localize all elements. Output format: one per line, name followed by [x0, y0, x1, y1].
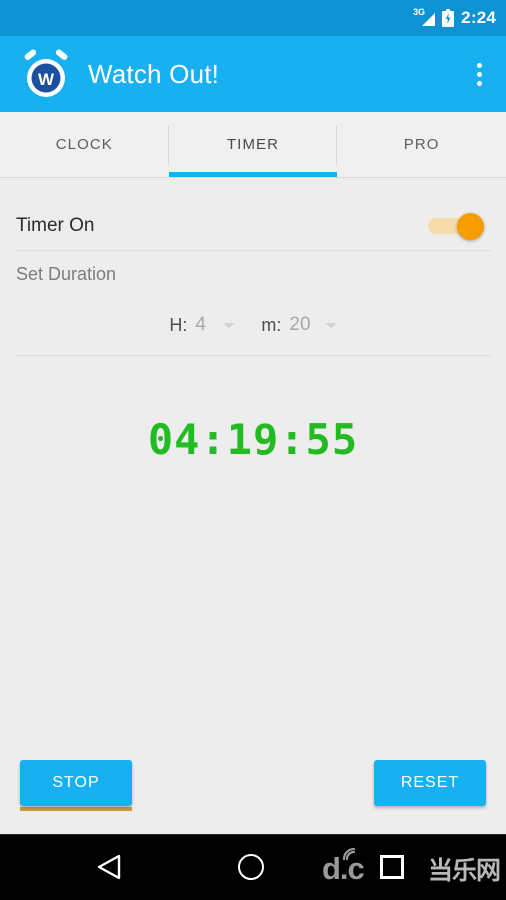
tab-pro-label: PRO — [403, 136, 440, 153]
stop-button-focus-bar — [20, 807, 132, 811]
reset-button[interactable]: RESET — [374, 760, 486, 806]
minutes-spinner[interactable]: m: 20 — [261, 314, 337, 336]
signal-triangle — [422, 13, 436, 26]
tab-clock[interactable]: CLOCK — [0, 112, 169, 177]
alarm-clock-w-icon: W — [20, 48, 72, 100]
navigation-bar: d.c 当乐网 — [0, 834, 506, 900]
overflow-dot — [476, 62, 482, 68]
site-watermark: d.c 当乐网 — [322, 847, 502, 895]
active-tab-indicator — [168, 172, 338, 177]
tab-timer[interactable]: TIMER — [168, 112, 338, 177]
page-title: Watch Out! — [88, 58, 220, 89]
timer-on-label: Timer On — [16, 215, 95, 236]
watermark-latin: d.c — [322, 851, 365, 886]
timer-panel: Timer On Set Duration H: 4 m: 20 04:19:5… — [0, 179, 506, 835]
chevron-down-icon — [223, 322, 236, 328]
divider — [15, 250, 491, 251]
svg-text:W: W — [38, 70, 55, 89]
status-icons: 3G 2:24 — [413, 7, 496, 28]
tab-bar: CLOCK TIMER PRO — [0, 112, 506, 178]
overflow-dot — [476, 80, 482, 86]
overflow-dot — [476, 71, 482, 77]
signal-bars-icon: 3G — [413, 7, 436, 28]
reset-button-wrap: RESET — [374, 760, 486, 806]
status-bar-clock: 2:24 — [461, 8, 496, 27]
stop-button[interactable]: STOP — [20, 760, 132, 806]
tab-pro[interactable]: PRO — [337, 112, 506, 177]
app-bar: W Watch Out! — [0, 36, 506, 112]
hours-spinner[interactable]: H: 4 — [169, 314, 236, 336]
back-triangle-icon[interactable] — [97, 854, 121, 880]
timer-on-toggle[interactable] — [428, 211, 484, 241]
overflow-menu-icon[interactable] — [464, 51, 494, 97]
duration-row: H: 4 m: 20 — [0, 307, 506, 343]
home-circle-icon[interactable] — [238, 854, 264, 880]
divider — [15, 355, 491, 356]
toggle-thumb — [457, 213, 484, 240]
phone-screen: 3G 2:24 W Watch Out! CLOCK TIMER PRO Tim… — [0, 0, 506, 900]
chevron-down-icon — [324, 322, 337, 328]
tab-timer-label: TIMER — [226, 136, 280, 153]
minutes-key-label: m: — [261, 314, 282, 335]
tab-clock-label: CLOCK — [55, 136, 113, 153]
hours-value: 4 — [195, 314, 206, 335]
hours-key-label: H: — [169, 314, 188, 335]
countdown-display: 04:19:55 — [147, 415, 359, 464]
wifi-arc-icon — [342, 847, 360, 861]
status-bar: 3G 2:24 — [0, 0, 506, 36]
minutes-value: 20 — [289, 314, 311, 335]
battery-charging-icon — [442, 9, 455, 27]
timer-on-row[interactable]: Timer On — [0, 198, 506, 254]
set-duration-label: Set Duration — [16, 264, 117, 284]
recents-square-icon[interactable] — [380, 855, 404, 879]
watermark-chinese: 当乐网 — [428, 857, 501, 885]
stop-button-wrap: STOP — [20, 760, 132, 811]
